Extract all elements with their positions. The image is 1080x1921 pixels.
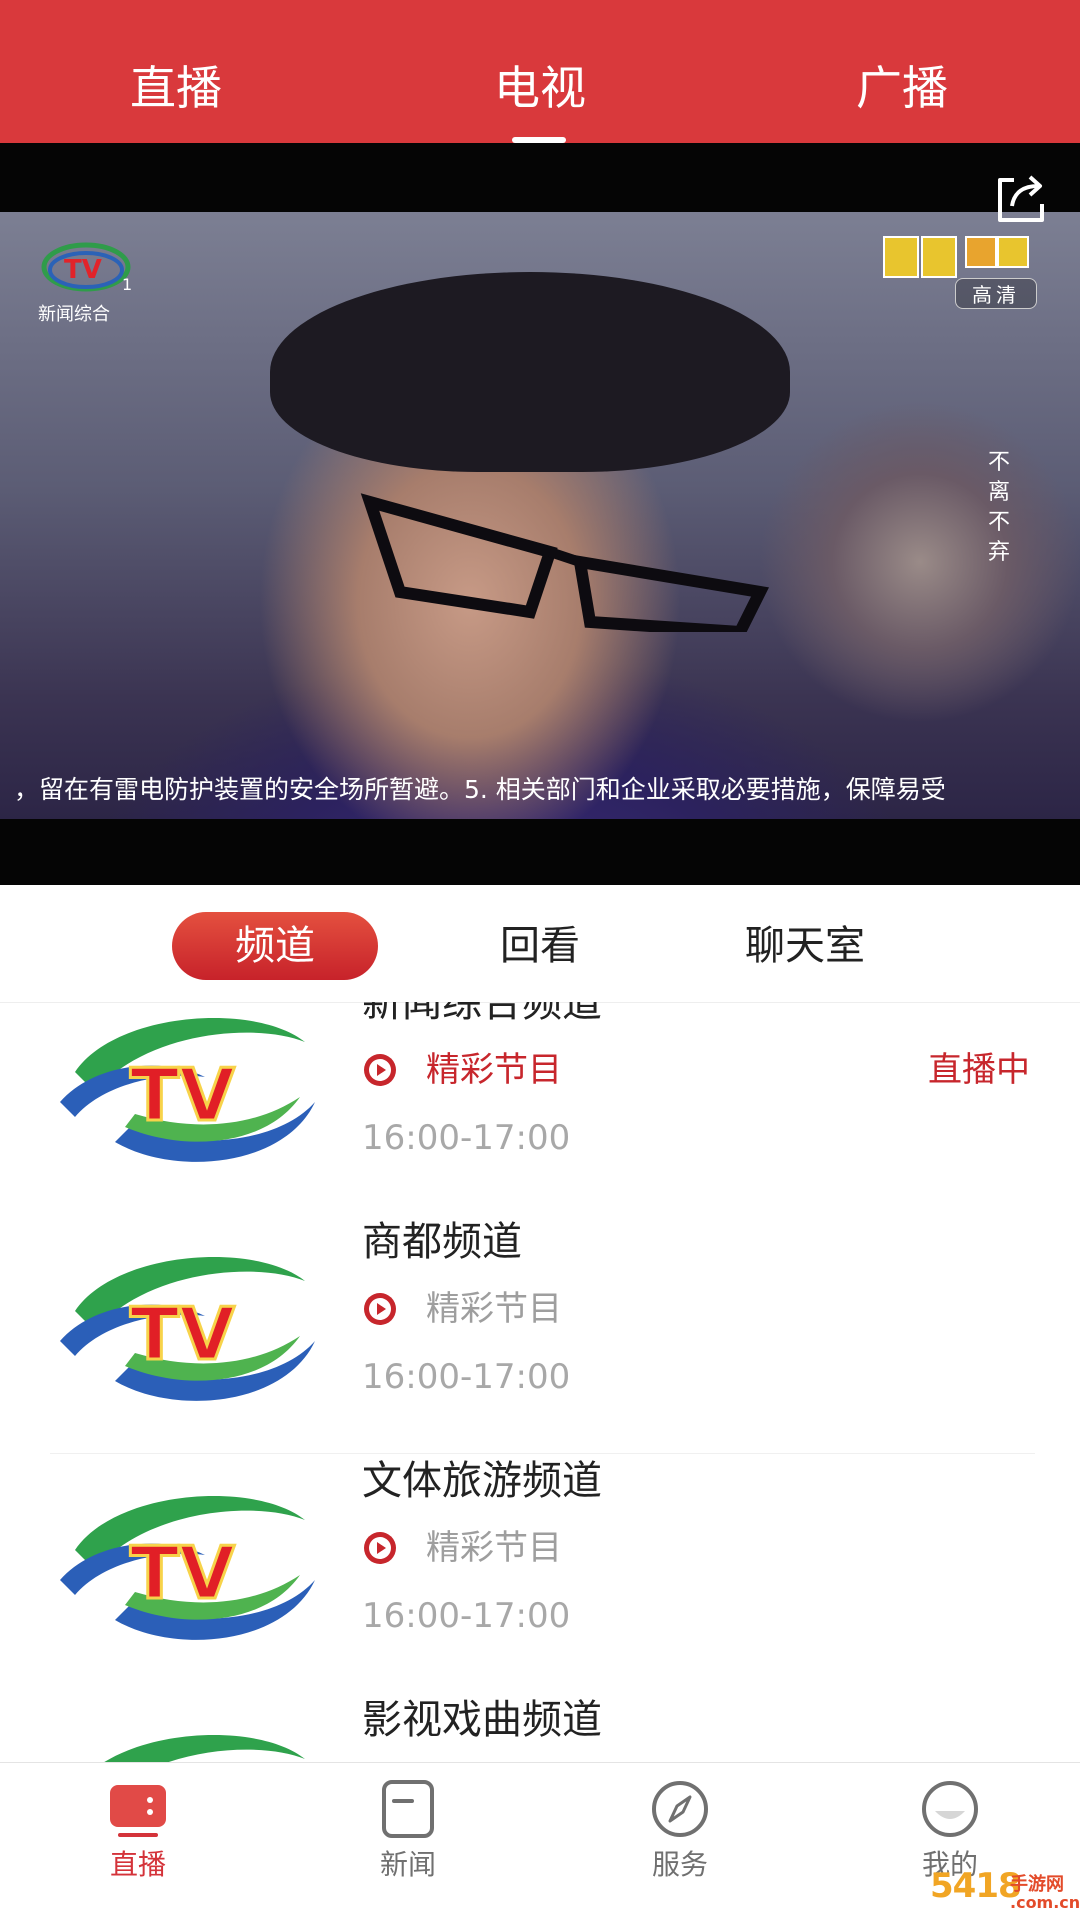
program-time: 16:00-17:00	[362, 1118, 571, 1158]
nav-live-label: 直播	[109, 1848, 166, 1881]
program-title: 精彩节目	[426, 1289, 562, 1329]
play-icon	[364, 1293, 396, 1325]
tv-channel-logo-icon	[104, 1735, 305, 1762]
quality-label: 高清	[955, 278, 1037, 309]
news-ticker: ，留在有雷电防护装置的安全场所暂避。5. 相关部门和企业采取必要措施，保障易受	[14, 775, 946, 804]
video-subject-hair	[270, 272, 790, 472]
svg-text:TV: TV	[130, 1531, 235, 1615]
nav-news[interactable]: 新闻	[308, 1763, 508, 1921]
share-icon[interactable]	[992, 170, 1050, 228]
svg-text:TV: TV	[130, 1292, 235, 1376]
play-icon	[364, 1054, 396, 1086]
program-time: 16:00-17:00	[362, 1596, 571, 1636]
program-title: 精彩节目	[426, 1050, 562, 1090]
bottom-nav: 直播 新闻 服务 我的	[0, 1762, 1080, 1921]
video-player[interactable]: TV 新闻综合 1 高清 不离不弃 ，留在有雷电防护装置的安全场所暂避。5. 相…	[0, 143, 1080, 885]
channel-logo-number: 1	[122, 275, 133, 294]
watermark-domain: .com.cn	[1010, 1893, 1080, 1912]
tv-channel-logo-icon: TV	[60, 1257, 315, 1401]
tab-channels[interactable]: 频道	[172, 912, 378, 980]
nav-live[interactable]: 直播	[38, 1763, 238, 1921]
tab-replay[interactable]: 回看	[460, 912, 620, 980]
tab-chatroom[interactable]: 聊天室	[720, 912, 890, 980]
channel-list: TV 新闻综合频道 精彩节目 直播中 16:00-17:00 TV 商都频道 精…	[0, 1002, 1080, 1762]
channel-name: 商都频道	[362, 1219, 522, 1265]
svg-text:TV: TV	[130, 1053, 235, 1137]
channel-name: 新闻综合频道	[362, 1002, 602, 1026]
channel-logo-label: 新闻综合	[38, 304, 110, 325]
play-icon	[364, 1532, 396, 1564]
profile-icon	[922, 1781, 978, 1837]
program-watermark-title: 不离不弃	[988, 450, 1011, 565]
video-subject-glasses	[360, 493, 769, 632]
nav-service-label: 服务	[651, 1848, 708, 1881]
channel-row[interactable]: TV 商都频道 精彩节目 16:00-17:00	[0, 1215, 1080, 1454]
watermark-logo: 5418	[930, 1866, 1022, 1906]
tab-live[interactable]: 直播	[76, 58, 276, 118]
program-title: 精彩节目	[426, 1528, 562, 1568]
tv-channel-logo-icon: TV	[60, 1018, 315, 1162]
tv-live-icon	[110, 1785, 166, 1837]
channel-name: 文体旅游频道	[362, 1458, 602, 1504]
tv-channel-logo-icon: TV	[60, 1496, 315, 1640]
tab-radio[interactable]: 广播	[802, 58, 1002, 118]
nav-news-label: 新闻	[379, 1848, 436, 1881]
sub-tab-bar: 频道 回看 聊天室	[0, 885, 1080, 1003]
program-time: 16:00-17:00	[362, 1357, 571, 1397]
channel-row[interactable]: TV 新闻综合频道 精彩节目 直播中 16:00-17:00	[0, 1002, 1080, 1215]
channel-row[interactable]: 影视戏曲频道	[0, 1693, 1080, 1762]
news-doc-icon	[382, 1780, 434, 1838]
tab-tv[interactable]: 电视	[440, 58, 640, 118]
svg-text:TV: TV	[64, 255, 102, 285]
nav-service[interactable]: 服务	[580, 1763, 780, 1921]
top-tab-bar: 直播 电视 广播	[0, 0, 1080, 143]
channel-name: 影视戏曲频道	[362, 1697, 602, 1743]
live-status-badge: 直播中	[928, 1050, 1030, 1090]
compass-icon	[652, 1781, 708, 1837]
channel-row[interactable]: TV 文体旅游频道 精彩节目 16:00-17:00	[0, 1454, 1080, 1693]
